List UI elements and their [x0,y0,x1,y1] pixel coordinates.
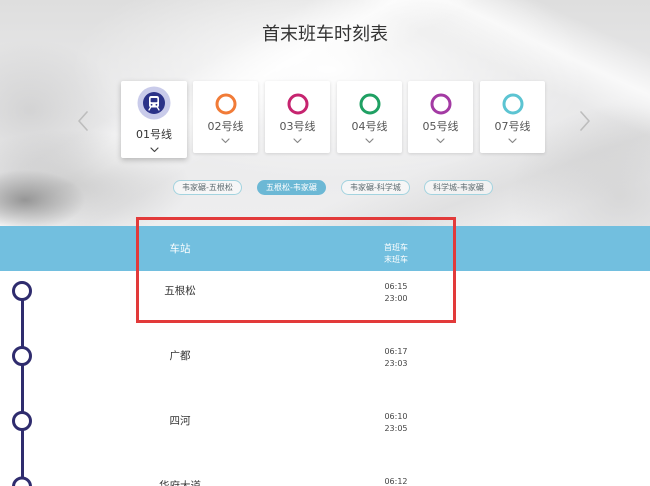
train-icon-light-left [150,103,153,106]
last-train-time: 23:05 [384,423,408,433]
line-tab-label: 05号线 [422,120,459,133]
chevron-down-stroke [149,147,159,153]
direction-button[interactable]: 科学城-韦家碾 [424,180,493,195]
station-name: 广都 [169,349,191,362]
line-tab-label: 07号线 [494,120,531,133]
table-row: 广都 06:17 23:03 [0,323,650,388]
direction-button[interactable]: 韦家碾-科学城 [341,180,410,195]
chevron-right-icon [580,111,590,131]
chevron-down-stroke [221,138,230,144]
header-station-label: 车站 [169,243,191,255]
chevron-left-stroke [78,111,88,131]
station-name: 五根松 [164,284,196,297]
line-tab-07[interactable]: 07号线 [480,81,545,153]
station-circle-icon [12,476,32,486]
line-tab-label: 03号线 [279,120,316,133]
first-train-time: 06:15 [384,281,408,291]
last-train-time: 23:00 [384,293,408,303]
line-tab-label: 02号线 [207,120,244,133]
line-ring-icon [502,93,523,115]
prev-lines-button[interactable] [77,111,89,131]
station-circle-arc [12,476,32,486]
direction-button[interactable]: 韦家碾-五根松 [173,180,242,195]
chevron-down-icon [508,138,517,144]
chevron-down-stroke [436,138,445,144]
line-tab-02[interactable]: 02号线 [193,81,258,153]
line-color-ring [287,93,308,115]
line-ring-icon [287,93,308,115]
train-times: 06:10 23:05 [366,411,426,435]
first-train-time: 06:10 [384,411,408,421]
last-train-time: 23:03 [384,358,408,368]
direction-button[interactable]: 五根松-韦家碾 [257,180,326,195]
chevron-down-stroke [293,138,302,144]
chevron-down-icon [293,138,302,144]
train-times: 06:15 23:00 [366,281,426,305]
chevron-right-stroke [580,111,590,131]
line-tab-03[interactable]: 03号线 [265,81,330,153]
station-name: 四河 [169,414,191,427]
train-times: 06:17 23:03 [366,346,426,370]
line-ring-icon [359,93,380,115]
chevron-down-icon [221,138,230,144]
header-first-train-label: 首班车 [384,243,408,252]
table-row: 五根松 06:15 23:00 [0,258,650,323]
station-circle-icon [12,280,32,301]
line-color-ring [215,93,236,115]
line-tab-label: 01号线 [136,128,172,141]
next-lines-button[interactable] [579,111,591,131]
table-row: 华府大道 06:12 [0,453,650,486]
chevron-left-icon [78,111,88,131]
chevron-down-icon [149,147,159,153]
station-circle-icon [12,345,32,366]
first-train-time: 06:12 [384,476,408,486]
line-tab-04[interactable]: 04号线 [337,81,402,153]
chevron-down-stroke [508,138,517,144]
station-name: 华府大道 [159,479,201,486]
chevron-down-icon [436,138,445,144]
line-tab-01[interactable]: 01号线 [121,81,187,158]
train-icon [137,86,171,120]
chevron-down-icon [365,138,374,144]
station-circle-icon [12,410,32,431]
page-title: 首末班车时刻表 [262,24,388,45]
train-times: 06:12 [366,476,426,486]
line-color-ring [502,93,523,115]
line-color-ring [430,93,451,115]
line-tab-05[interactable]: 05号线 [408,81,473,153]
train-icon-window [150,98,158,103]
chevron-down-stroke [365,138,374,144]
line-ring-icon [215,93,236,115]
line-ring-icon [430,93,451,115]
line-tab-label: 04号线 [351,120,388,133]
line-color-ring [359,93,380,115]
first-train-time: 06:17 [384,346,408,356]
train-icon-light-right [155,103,158,106]
table-row: 四河 06:10 23:05 [0,388,650,453]
